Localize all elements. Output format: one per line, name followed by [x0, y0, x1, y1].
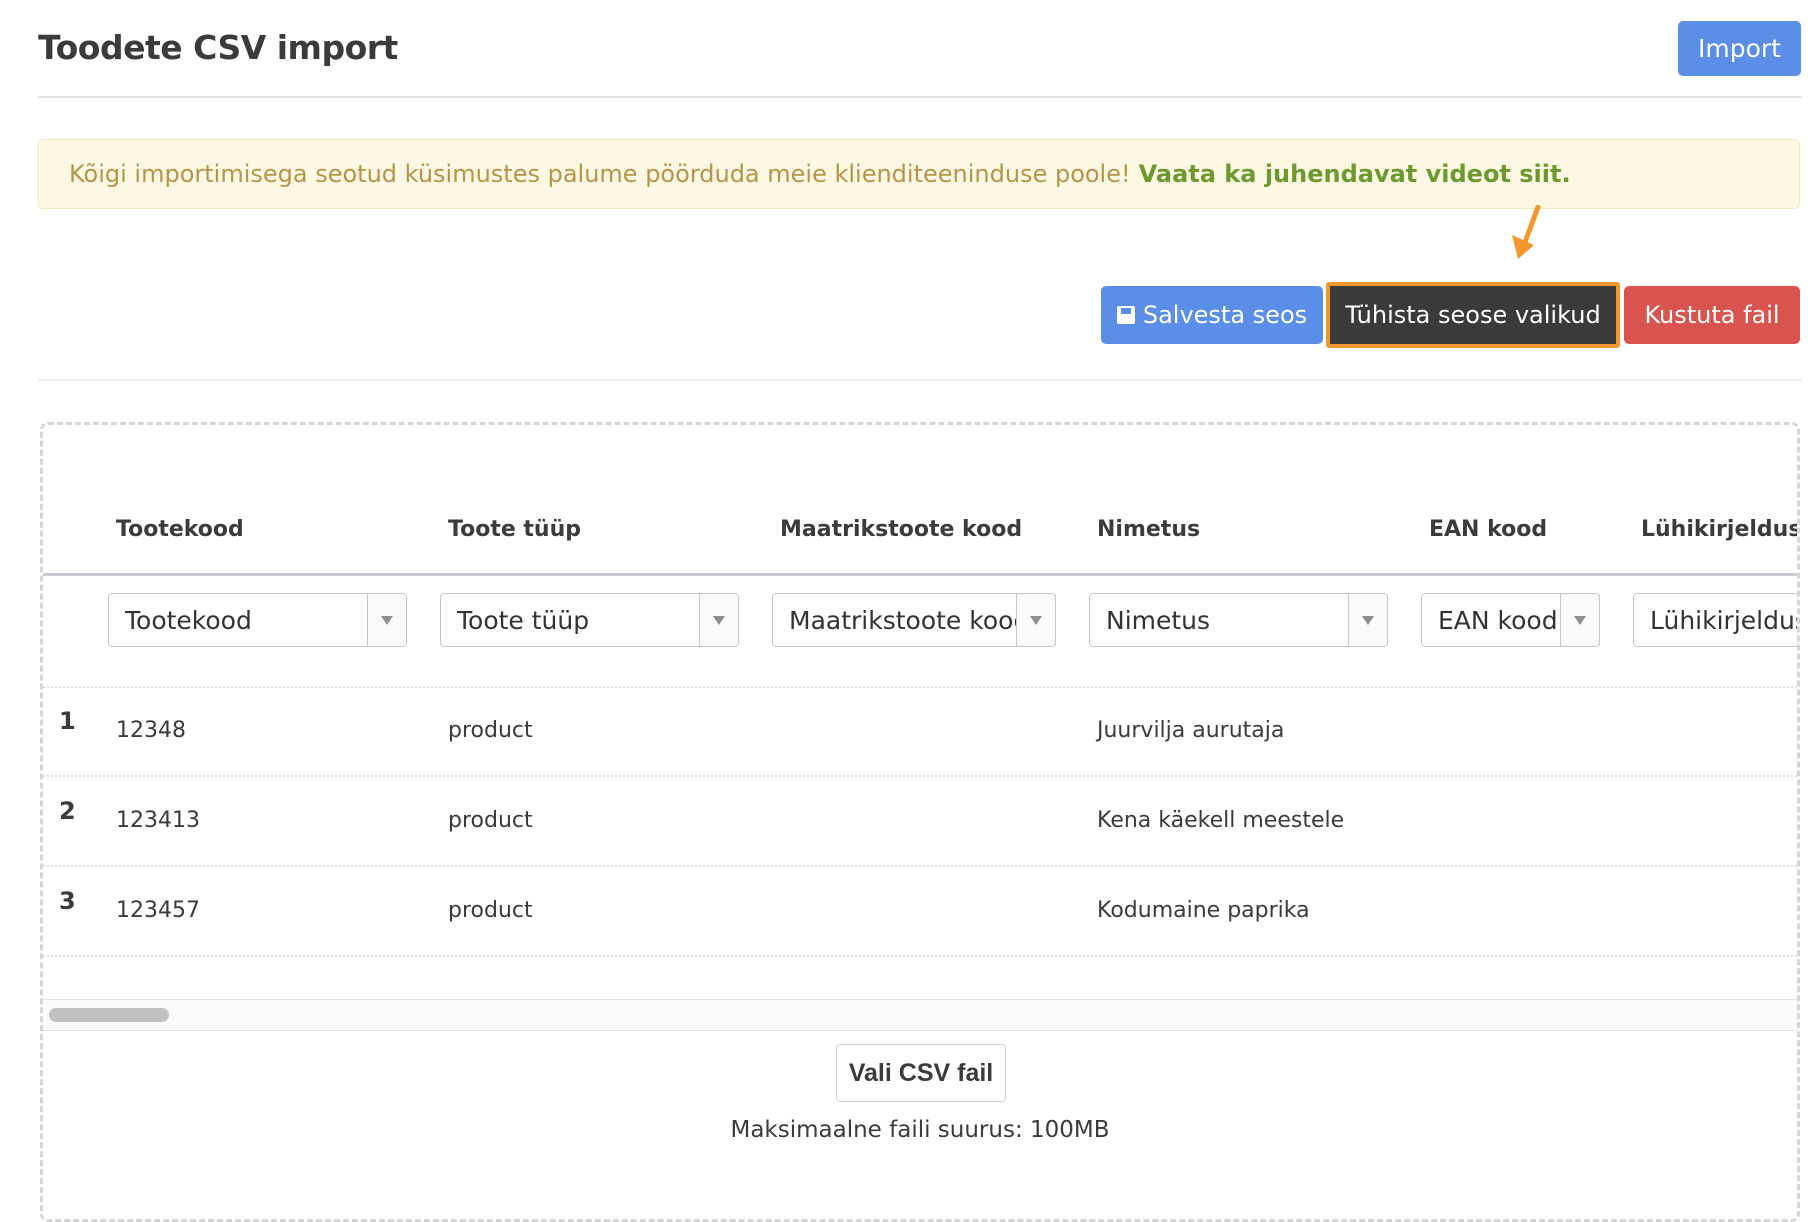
cell-toote-tuup: product: [448, 898, 533, 923]
column-header-luhikirjeldus: Lühikirjeldus: [1641, 517, 1797, 542]
column-header-nimetus: Nimetus: [1097, 517, 1201, 542]
select-value: Maatrikstoote kood: [789, 605, 1030, 635]
cell-tootekood: 123457: [116, 898, 200, 923]
row-number: 3: [59, 887, 76, 915]
mapping-table: Tootekood Toote tüüp Maatrikstoote kood …: [43, 425, 1797, 999]
cell-tootekood: 12348: [116, 718, 186, 743]
page-title: Toodete CSV import: [38, 28, 398, 67]
mapping-select-tootekood[interactable]: Tootekood: [108, 593, 407, 647]
mapping-select-luhikirjeldus[interactable]: Lühikirjeldus: [1633, 593, 1797, 647]
cell-tootekood: 123413: [116, 808, 200, 833]
chevron-down-icon: [699, 594, 738, 646]
select-value: Nimetus: [1106, 605, 1211, 635]
select-value: Toote tüüp: [457, 605, 590, 635]
choose-csv-file-button[interactable]: Vali CSV fail: [836, 1044, 1006, 1102]
horizontal-scrollbar[interactable]: [43, 999, 1797, 1031]
notice-text: Kõigi importimisega seotud küsimustes pa…: [69, 160, 1131, 188]
cell-nimetus: Juurvilja aurutaja: [1097, 718, 1285, 743]
floppy-disk-icon: [1116, 306, 1135, 324]
mapping-select-maatrikstoote-kood[interactable]: Maatrikstoote kood: [772, 593, 1056, 647]
column-header-toote-tuup: Toote tüüp: [448, 517, 581, 542]
mapping-select-ean-kood[interactable]: EAN kood: [1421, 593, 1600, 647]
row-divider: [43, 686, 1797, 688]
row-divider: [43, 775, 1797, 777]
arrow-down-icon: [1512, 205, 1541, 259]
chevron-down-icon: [1348, 594, 1387, 646]
cell-nimetus: Kodumaine paprika: [1097, 898, 1310, 923]
column-header-tootekood: Tootekood: [116, 517, 244, 542]
actions-divider: [38, 379, 1802, 381]
column-header-ean-kood: EAN kood: [1429, 517, 1548, 542]
select-value: EAN kood: [1438, 605, 1558, 635]
row-number: 2: [59, 797, 76, 825]
mapping-select-nimetus[interactable]: Nimetus: [1089, 593, 1388, 647]
column-header-maatrikstoote-kood: Maatrikstoote kood: [780, 517, 1023, 542]
cell-toote-tuup: product: [448, 718, 533, 743]
reset-mapping-button[interactable]: Tühista seose valikud: [1326, 282, 1620, 348]
chevron-down-icon: [1560, 594, 1599, 646]
info-notice: Kõigi importimisega seotud küsimustes pa…: [38, 139, 1800, 209]
row-divider: [43, 955, 1797, 957]
mapping-select-toote-tuup[interactable]: Toote tüüp: [440, 593, 739, 647]
header-divider: [38, 96, 1802, 98]
row-divider: [43, 865, 1797, 867]
save-mapping-label: Salvesta seos: [1142, 301, 1308, 329]
chevron-down-icon: [367, 594, 406, 646]
save-mapping-button[interactable]: Salvesta seos: [1101, 286, 1323, 344]
csv-dropzone[interactable]: Tootekood Toote tüüp Maatrikstoote kood …: [40, 422, 1800, 1222]
select-value: Tootekood: [125, 605, 252, 635]
row-number: 1: [59, 707, 76, 735]
delete-file-button[interactable]: Kustuta fail: [1624, 286, 1800, 344]
max-file-size-text: Maksimaalne faili suurus: 100MB: [730, 1117, 1110, 1143]
select-value: Lühikirjeldus: [1650, 605, 1797, 635]
tutorial-video-link[interactable]: Vaata ka juhendavat videot siit.: [1139, 160, 1571, 188]
scrollbar-thumb[interactable]: [49, 1008, 169, 1022]
cell-toote-tuup: product: [448, 808, 533, 833]
cell-nimetus: Kena käekell meestele: [1097, 808, 1345, 833]
import-button[interactable]: Import: [1678, 21, 1801, 76]
chevron-down-icon: [1016, 594, 1055, 646]
table-header-divider: [43, 573, 1797, 576]
